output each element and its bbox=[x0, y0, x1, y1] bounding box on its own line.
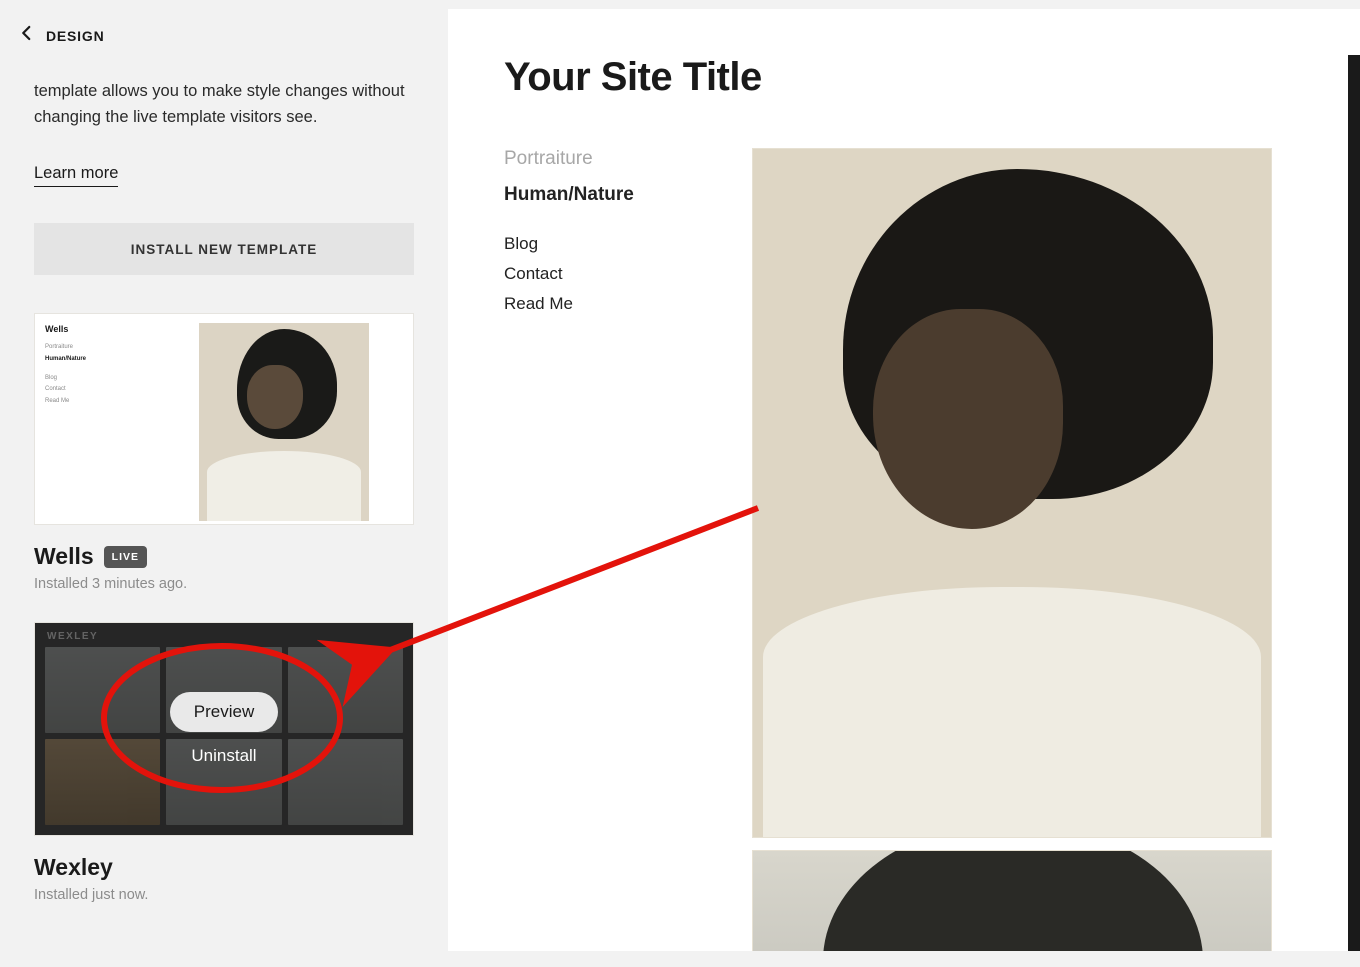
uninstall-button[interactable]: Uninstall bbox=[191, 746, 256, 766]
template-name: Wells bbox=[34, 543, 94, 570]
site-title: Your Site Title bbox=[504, 55, 1360, 100]
template-meta: Installed 3 minutes ago. bbox=[34, 576, 414, 592]
template-thumbnail: WEXLEY Preview Uninstall bbox=[34, 622, 414, 836]
mini-nav-item: Portraiture bbox=[45, 342, 145, 353]
mini-nav-item: Blog bbox=[45, 373, 145, 384]
mini-nav-item: Contact bbox=[45, 384, 145, 395]
nav-item-blog[interactable]: Blog bbox=[504, 234, 704, 254]
site-nav: Portraiture Human/Nature Blog Contact Re… bbox=[504, 148, 704, 951]
site-preview-pane: Your Site Title Portraiture Human/Nature… bbox=[448, 9, 1360, 951]
learn-more-link[interactable]: Learn more bbox=[34, 164, 118, 187]
hat-image-icon bbox=[752, 850, 1272, 951]
template-thumbnail: Wells Portraiture Human/Nature Blog Cont… bbox=[34, 313, 414, 525]
install-new-template-button[interactable]: INSTALL NEW TEMPLATE bbox=[34, 223, 414, 275]
template-name: Wexley bbox=[34, 854, 113, 881]
live-badge: LIVE bbox=[104, 546, 147, 568]
template-card-wells[interactable]: Wells Portraiture Human/Nature Blog Cont… bbox=[34, 313, 414, 592]
nav-item-contact[interactable]: Contact bbox=[504, 264, 704, 284]
mini-nav-item: Read Me bbox=[45, 396, 145, 407]
sidebar: DESIGN template allows you to make style… bbox=[0, 0, 448, 951]
nav-item-readme[interactable]: Read Me bbox=[504, 294, 704, 314]
panel-description: template allows you to make style change… bbox=[34, 79, 414, 130]
mini-nav-item: Human/Nature bbox=[45, 354, 145, 365]
mini-site-title: Wells bbox=[45, 324, 145, 334]
preview-button[interactable]: Preview bbox=[170, 692, 278, 732]
back-label: DESIGN bbox=[46, 28, 104, 44]
portrait-image-icon bbox=[199, 323, 369, 521]
mini-brand: WEXLEY bbox=[47, 631, 98, 642]
chevron-left-icon bbox=[18, 24, 36, 47]
back-button[interactable]: DESIGN bbox=[0, 0, 448, 79]
nav-item-human-nature[interactable]: Human/Nature bbox=[504, 184, 704, 206]
gallery bbox=[752, 148, 1360, 951]
portrait-image-icon bbox=[752, 148, 1272, 838]
nav-item-portraiture[interactable]: Portraiture bbox=[504, 148, 704, 170]
template-meta: Installed just now. bbox=[34, 887, 414, 903]
template-card-wexley[interactable]: WEXLEY Preview Uninstall Wexley Installe… bbox=[34, 622, 414, 903]
